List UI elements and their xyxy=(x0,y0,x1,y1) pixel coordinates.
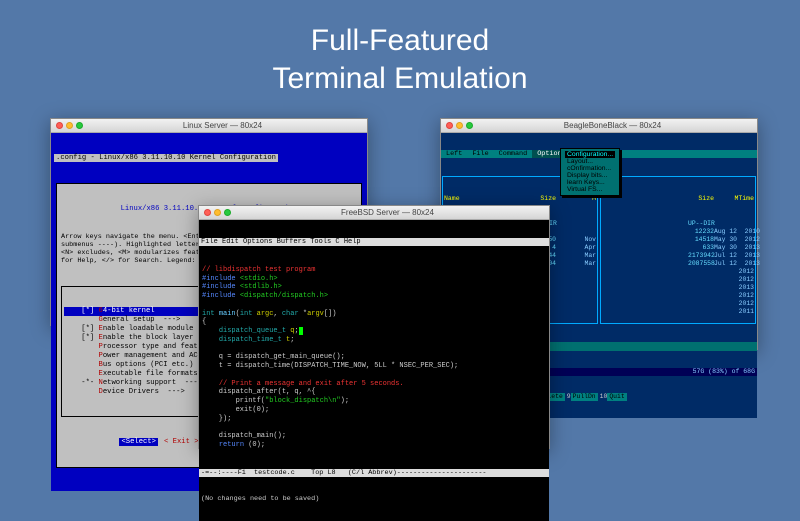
emacs-minibuffer: (No changes need to be saved) xyxy=(199,495,549,503)
popup-menu-item[interactable]: Display bits... xyxy=(565,172,615,179)
code-line: // Print a message and exit after 5 seco… xyxy=(202,380,546,389)
file-row[interactable]: 2087558Jul 12 2013 xyxy=(602,260,754,268)
pane-header: SizeMTime xyxy=(602,195,754,203)
code-line: // libdispatch test program xyxy=(202,266,546,275)
hero-line1: Full-Featured xyxy=(0,22,800,60)
mc-menu-item[interactable]: File xyxy=(467,150,493,158)
popup-menu-item[interactable]: cOnfirmation... xyxy=(565,165,615,172)
code-line: }); xyxy=(202,415,546,424)
pane-header: NameSizeM xyxy=(444,195,596,203)
window-title: Linux Server — 80x24 xyxy=(83,121,362,130)
hero-title: Full-Featured Terminal Emulation xyxy=(0,0,800,97)
minimize-icon[interactable] xyxy=(66,122,73,129)
menuconfig-button[interactable]: < Exit > xyxy=(164,438,199,446)
zoom-icon[interactable] xyxy=(224,209,231,216)
code-line: int main(int argc, char *argv[]) xyxy=(202,310,546,319)
mc-menu-item[interactable]: Left xyxy=(441,150,467,158)
code-line: return (0); xyxy=(202,441,546,450)
code-line: #include <stdlib.h> xyxy=(202,283,546,292)
popup-menu-item[interactable]: Virtual FS... xyxy=(565,186,615,193)
options-menu-popup[interactable]: Configuration...Layout...cOnfirmation...… xyxy=(560,148,620,196)
code-line: t = dispatch_time(DISPATCH_TIME_NOW, 5LL… xyxy=(202,362,546,371)
config-path: .config - Linux/x86 3.11.10.10 Kernel Co… xyxy=(54,154,278,162)
code-line xyxy=(202,423,546,432)
code-line: dispatch_time_t t; xyxy=(202,336,546,345)
window-freebsd-server: FreeBSD Server — 80x24 File Edit Options… xyxy=(198,205,550,449)
code-line: exit(0); xyxy=(202,406,546,415)
hero-line2: Terminal Emulation xyxy=(0,60,800,98)
close-icon[interactable] xyxy=(56,122,63,129)
code-line xyxy=(202,371,546,380)
code-line: #include <dispatch/dispatch.h> xyxy=(202,292,546,301)
fkey-button[interactable]: Quit xyxy=(607,393,626,401)
traffic-lights[interactable] xyxy=(446,122,473,129)
file-row[interactable]: 633May 30 2013 xyxy=(602,244,754,252)
code-line: q = dispatch_get_main_queue(); xyxy=(202,353,546,362)
file-row[interactable]: 2011 xyxy=(602,308,754,316)
file-row[interactable]: UP--DIR xyxy=(602,220,754,228)
code-line: dispatch_main(); xyxy=(202,432,546,441)
emacs-menubar[interactable]: File Edit Options Buffers Tools C Help xyxy=(199,238,549,247)
close-icon[interactable] xyxy=(204,209,211,216)
code-line: printf("block_dispatch\n"); xyxy=(202,397,546,406)
file-row[interactable]: 2013 xyxy=(602,284,754,292)
code-line: #include <stdio.h> xyxy=(202,275,546,284)
file-row[interactable]: 2012 xyxy=(602,292,754,300)
file-row[interactable]: 2173942Jul 12 2013 xyxy=(602,252,754,260)
code-line: { xyxy=(202,318,546,327)
file-row[interactable]: 14518May 30 2012 xyxy=(602,236,754,244)
emacs-modeline: -=--:----F1 testcode.c Top L8 (C/l Abbre… xyxy=(199,469,549,477)
code-area[interactable]: // libdispatch test program#include <std… xyxy=(199,264,549,452)
popup-menu-item[interactable]: Configuration... xyxy=(565,151,615,158)
terminal-body[interactable]: File Edit Options Buffers Tools C Help /… xyxy=(199,220,549,521)
file-row[interactable]: 2012 xyxy=(602,276,754,284)
close-icon[interactable] xyxy=(446,122,453,129)
window-title: FreeBSD Server — 80x24 xyxy=(231,208,544,217)
minimize-icon[interactable] xyxy=(456,122,463,129)
window-title: BeagleBoneBlack — 80x24 xyxy=(473,121,752,130)
menuconfig-button[interactable]: <Select> xyxy=(119,438,158,446)
file-row[interactable]: 2012 xyxy=(602,268,754,276)
titlebar[interactable]: FreeBSD Server — 80x24 xyxy=(199,206,549,220)
minimize-icon[interactable] xyxy=(214,209,221,216)
code-line: dispatch_queue_t q; xyxy=(202,327,546,336)
titlebar[interactable]: Linux Server — 80x24 xyxy=(51,119,367,133)
code-line xyxy=(202,345,546,354)
fkey-button[interactable]: PullDn xyxy=(571,393,598,401)
popup-menu-item[interactable]: Layout... xyxy=(565,158,615,165)
popup-menu-item[interactable]: learn Keys... xyxy=(565,179,615,186)
traffic-lights[interactable] xyxy=(204,209,231,216)
code-line xyxy=(202,301,546,310)
zoom-icon[interactable] xyxy=(76,122,83,129)
file-row[interactable]: 12232Aug 12 2010 xyxy=(602,228,754,236)
mc-menu-item[interactable]: Command xyxy=(494,150,533,158)
zoom-icon[interactable] xyxy=(466,122,473,129)
code-line: dispatch_after(t, q, ^{ xyxy=(202,388,546,397)
file-row[interactable]: 2012 xyxy=(602,300,754,308)
mc-right-pane[interactable]: SizeMTime UP--DIR12232Aug 12 201014518Ma… xyxy=(600,176,756,324)
titlebar[interactable]: BeagleBoneBlack — 80x24 xyxy=(441,119,757,133)
traffic-lights[interactable] xyxy=(56,122,83,129)
